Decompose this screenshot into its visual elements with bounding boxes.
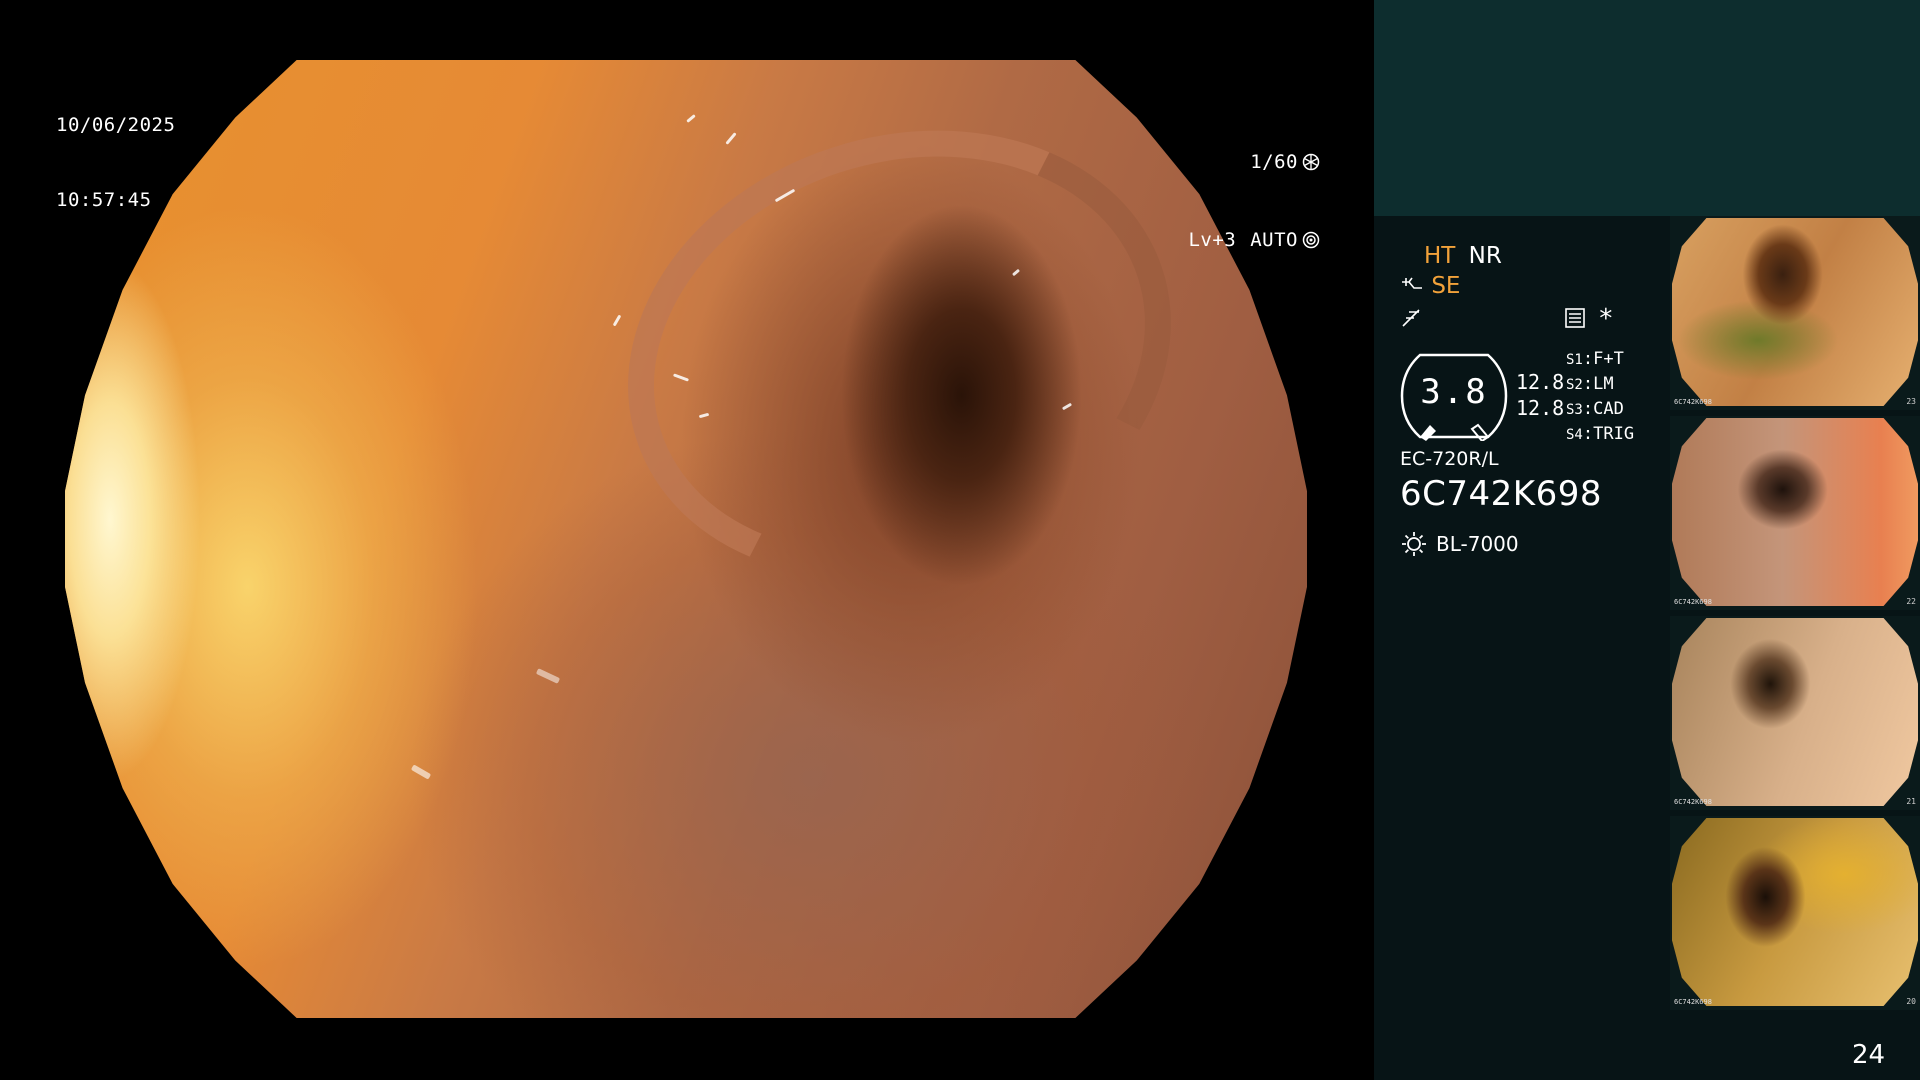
ratio-top: 12.8 [1516,370,1565,394]
slot-3: S3:CAD [1566,399,1624,419]
exposure-readout: 1/60 Lv+3 AUTO [1188,98,1320,304]
thumbnail-id: 6C742K698 [1674,398,1712,406]
endoscopy-screen: 10/06/2025 10:57:45 1/60 Lv+3 AUTO HT NR [0,0,1920,1080]
captured-image-strip: 6C742K698 23 6C742K698 22 6C742K698 21 6… [1670,216,1920,1016]
thumbnail-id: 6C742K698 [1674,998,1712,1006]
ratio-bottom: 12.8 [1516,396,1565,420]
thumbnail-id: 6C742K698 [1674,798,1712,806]
slot-4: S4:TRIG [1566,424,1635,444]
captured-thumbnail[interactable]: 6C742K698 20 [1670,816,1920,1010]
light-source-text: BL-7000 [1436,532,1519,556]
captured-thumbnail[interactable]: 6C742K698 21 [1670,616,1920,810]
datetime-readout: 10/06/2025 10:57:45 [56,63,175,263]
record-list-icon [1565,308,1585,328]
star-marker: * [1598,304,1614,334]
scope-model: EC-720R/L [1400,448,1499,470]
mode-ht-nr: HT NR [1424,243,1502,269]
slot-1: S1:F+T [1566,349,1624,369]
shutter-row: 1/60 [1188,148,1320,176]
mode-se: SE [1431,273,1461,299]
scope-serial: 6C742K698 [1400,474,1602,514]
light-reflection [535,668,560,684]
thumbnail-number: 23 [1906,397,1916,406]
captured-thumbnail[interactable]: 6C742K698 23 [1670,216,1920,410]
thumbnail-number: 22 [1906,597,1916,606]
filter-icon [1402,309,1420,327]
light-source-row: BL-7000 [1400,530,1519,558]
thumbnail-image [1672,218,1918,406]
light-reflection [612,314,622,327]
mode-nr: NR [1468,243,1502,269]
slot-2: S2:LM [1566,374,1614,394]
level-text: Lv+3 [1188,228,1237,251]
iris-icon [1302,231,1320,249]
iris-mode-text: AUTO [1250,228,1298,251]
date-text: 10/06/2025 [56,114,176,136]
shutter-text: 1/60 [1250,150,1298,173]
enhancement-icon [1402,277,1422,289]
light-reflection [410,764,431,780]
mode-se-row: SE [1400,273,1460,299]
lamp-icon [1402,532,1426,556]
endoscope-live-image [65,60,1307,1018]
shutter-icon [1302,153,1320,171]
info-panel-header [1374,0,1920,216]
thumbnail-id: 6C742K698 [1674,598,1712,606]
light-reflection [724,131,737,145]
light-reflection [686,114,696,124]
mode-ht: HT [1424,243,1456,269]
mucosal-fold [569,61,1230,647]
gauge-value: 3.8 [1420,372,1488,412]
captured-thumbnail[interactable]: 6C742K698 22 [1670,416,1920,610]
thumbnail-number: 21 [1906,797,1916,806]
thumbnail-image [1672,818,1918,1006]
thumbnail-image [1672,418,1918,606]
thumbnail-number: 20 [1906,997,1916,1006]
time-text: 10:57:45 [56,189,152,211]
iris-row: Lv+3 AUTO [1188,226,1320,254]
thumbnail-image [1672,618,1918,806]
image-count: 24 [1852,1040,1886,1070]
